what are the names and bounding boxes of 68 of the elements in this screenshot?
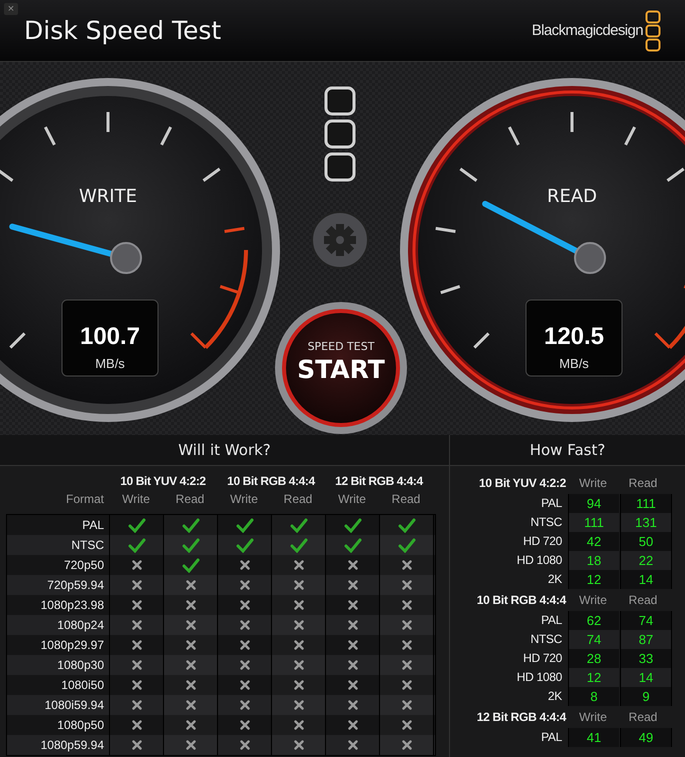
speed-value: 94 [568,494,619,513]
format-name: 2K [546,688,563,705]
start-button[interactable]: SPEED TEST START [275,302,407,434]
column-header: Read [628,476,658,490]
speed-value: 12 [568,668,619,687]
speed-value: 100.7 [80,323,140,350]
group-header: 10 Bit RGB 4:4:4 [226,474,316,488]
column-header: Write [229,492,259,506]
format-name: NTSC [530,631,563,648]
group-header: 10 Bit RGB 4:4:4 [476,593,568,607]
format-name: NTSC [530,514,563,531]
speed-value: 49 [620,728,672,747]
speed-value: 42 [568,532,619,551]
speed-value: 14 [620,570,672,589]
speed-value: 41 [568,728,619,747]
window-title: Disk Speed Test [24,16,222,45]
speed-value: 8 [568,687,619,706]
section-title: Will it Work? [0,435,449,466]
column-header: Read [628,710,658,724]
gauge-label: READ [546,186,598,207]
column-header: Read [174,492,206,506]
group-header: 10 Bit YUV 4:2:2 [478,476,567,490]
settings-button[interactable] [311,211,369,269]
speed-value: 9 [620,687,672,706]
speed-value: 62 [568,611,619,630]
speed-value: 111 [620,494,672,513]
column-header: Read [282,492,314,506]
speed-value: 14 [620,668,672,687]
logo-icon [645,10,661,52]
format-name: HD 1080 [516,552,563,569]
column-header: Write [121,492,151,506]
column-header: Write [578,476,608,490]
speed-value: 33 [620,649,672,668]
speed-value: 22 [620,551,672,570]
column-header: Write [578,710,608,724]
brand-name: Blackmagicdesign [532,22,643,39]
format-name: HD 720 [522,533,563,550]
gauge-label: WRITE [79,186,137,207]
format-name: PAL [540,729,563,746]
column-header: Write [337,492,367,506]
group-header: 12 Bit RGB 4:4:4 [476,710,568,724]
format-name: PAL [540,612,563,629]
column-header: Format [64,492,105,506]
section-title: How Fast? [450,435,685,466]
speed-value: 74 [620,611,672,630]
speed-value: 131 [620,513,672,532]
speed-value: 18 [568,551,619,570]
format-name: HD 720 [522,650,563,667]
format-name: PAL [540,495,563,512]
speed-value: 111 [568,513,619,532]
format-name: 1080p59.94 [7,735,110,755]
format-name: 2K [546,571,563,588]
speed-unit: MB/s [559,356,589,371]
logo-icon [324,86,356,182]
speed-unit: MB/s [95,356,125,371]
group-header: 12 Bit RGB 4:4:4 [334,474,424,488]
group-header: 10 Bit YUV 4:2:2 [119,474,207,488]
speed-value: 12 [568,570,619,589]
column-header: Read [628,593,658,607]
speed-value: 28 [568,649,619,668]
speed-value: 50 [620,532,672,551]
close-button[interactable]: × [4,3,18,15]
format-name: HD 1080 [516,669,563,686]
column-header: Read [390,492,422,506]
speed-value: 120.5 [544,323,604,350]
speed-value: 74 [568,630,619,649]
column-header: Write [578,593,608,607]
speed-value: 87 [620,630,672,649]
